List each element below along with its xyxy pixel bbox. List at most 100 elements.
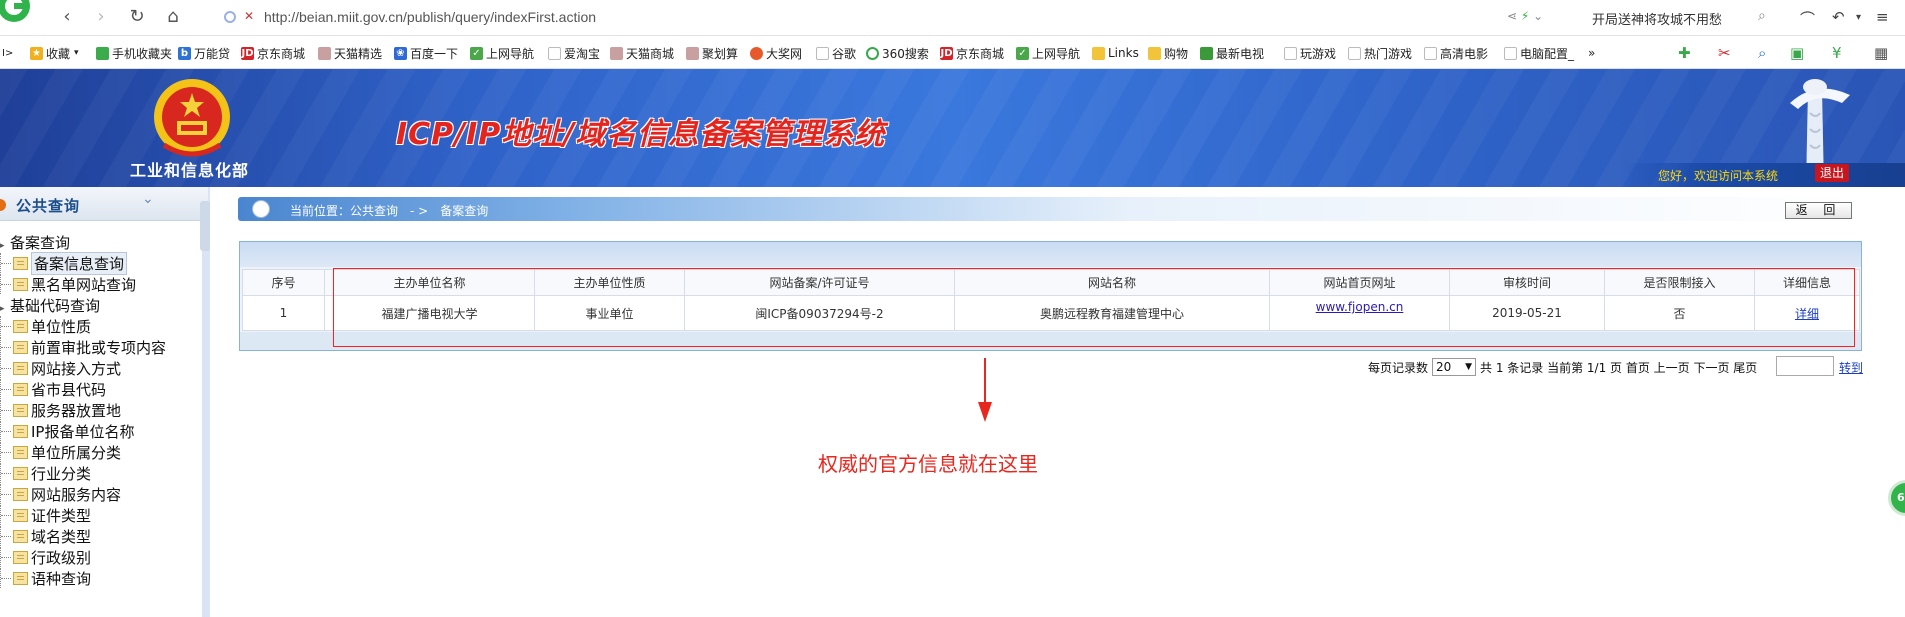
sidebar-item-ip-unit-name[interactable]: IP报备单位名称 <box>0 421 134 441</box>
back-arrow-icon[interactable]: ‹ <box>56 6 78 28</box>
expand-icon[interactable]: ▸ <box>0 241 10 251</box>
tree-group-basic-code-query[interactable]: ▸ 基础代码查询 <box>0 295 100 316</box>
reload-icon[interactable]: ↻ <box>126 6 148 28</box>
sidebar-item-label: 行业分类 <box>31 464 92 483</box>
home-icon[interactable]: ⌂ <box>162 6 184 28</box>
screenshot-icon[interactable]: ✚ <box>1678 44 1691 62</box>
tv-icon <box>1200 46 1213 60</box>
bookmark-item[interactable]: 电脑配置_ <box>1504 45 1574 61</box>
bookmark-item[interactable]: 聚划算 <box>686 45 738 61</box>
bookmark-item[interactable]: ★ 收藏 ▾ <box>30 45 79 61</box>
bookmark-item[interactable]: ✓ 上网导航 <box>470 45 534 61</box>
sidebar-item-access-method[interactable]: 网站接入方式 <box>0 358 121 378</box>
sidebar-item-blacklist-query[interactable]: 黑名单网站查询 <box>0 274 136 294</box>
sidebar-header[interactable]: 公共查询 ⌄ <box>0 187 208 221</box>
bookmark-item[interactable]: 天猫商城 <box>610 45 674 61</box>
chevron-down-icon[interactable]: ⌄ <box>1533 9 1543 23</box>
bookmark-item[interactable]: 大奖网 <box>750 45 802 61</box>
bookmark-item[interactable]: 热门游戏 <box>1348 45 1412 61</box>
grid-icon[interactable]: ▦ <box>1874 44 1888 62</box>
bookmark-label: 爱淘宝 <box>564 46 601 61</box>
bookmark-label: 上网导航 <box>1032 46 1081 61</box>
undo-icon[interactable]: ↶ <box>1832 8 1845 26</box>
bookmark-item[interactable]: 高清电影 <box>1424 45 1488 61</box>
bookmark-label: 万能贷 <box>194 46 231 61</box>
home-icon[interactable] <box>252 200 270 218</box>
logout-button[interactable]: 退出 <box>1815 164 1849 182</box>
bookmark-label: 天猫精选 <box>334 46 383 61</box>
bookmark-item[interactable]: 购物 <box>1148 45 1188 61</box>
tree-group-label: 备案查询 <box>10 234 71 252</box>
expand-icon[interactable]: ▸ <box>0 304 10 314</box>
page-jump-input[interactable] <box>1776 356 1834 376</box>
bookmark-item[interactable]: JD 京东商城 <box>241 45 305 61</box>
bookmark-label: 上网导航 <box>486 46 535 61</box>
bookmark-item[interactable]: b 万能贷 <box>178 45 230 61</box>
bookmark-item[interactable]: ✓ 上网导航 <box>1016 45 1080 61</box>
tree-connector <box>0 442 13 462</box>
url-text[interactable]: http://beian.miit.gov.cn/publish/query/i… <box>264 9 596 25</box>
bookmark-item[interactable]: 360搜索 <box>866 45 929 61</box>
bookmarks-more[interactable]: » <box>1588 45 1595 61</box>
bookmark-item[interactable]: Links <box>1092 45 1139 61</box>
sidebar-item-unit-nature[interactable]: 单位性质 <box>0 316 91 336</box>
bookmark-item[interactable]: 天猫精选 <box>318 45 382 61</box>
search-suggestion[interactable]: 开局送神将攻城不用愁 <box>1592 9 1722 28</box>
yen-icon[interactable]: ¥ <box>1832 44 1842 62</box>
sidebar-item-language[interactable]: 语种查询 <box>0 568 91 588</box>
sidebar-item-label: 行政级别 <box>31 548 92 567</box>
search-360-icon <box>866 46 879 60</box>
address-bar[interactable]: ✕ http://beian.miit.gov.cn/publish/query… <box>214 6 1479 30</box>
bookmark-label: 高清电影 <box>1440 46 1489 61</box>
bookmark-item[interactable]: 谷歌 <box>816 45 856 61</box>
scrollbar[interactable] <box>200 201 210 251</box>
insecure-icon[interactable]: ✕ <box>244 9 254 23</box>
chevron-down-icon[interactable]: ▾ <box>1856 12 1861 23</box>
document-icon <box>13 571 28 585</box>
ministry-name: 工业和信息化部 <box>130 161 250 180</box>
scissors-icon[interactable]: ✂ <box>1718 44 1731 62</box>
menu-icon[interactable]: ≡ <box>1876 8 1889 26</box>
collapse-chevron-icon[interactable]: ⌄ <box>142 191 154 207</box>
bookmark-item[interactable]: 玩游戏 <box>1284 45 1336 61</box>
sidebar-item-industry[interactable]: 行业分类 <box>0 463 91 483</box>
per-page-select[interactable]: 20 ▼ <box>1432 358 1477 376</box>
search-icon[interactable]: ⌕ <box>1758 8 1766 24</box>
back-button[interactable]: 返 回 <box>1785 202 1852 219</box>
bookmark-item[interactable]: 爱淘宝 <box>548 45 600 61</box>
sidebar-item-label: 省市县代码 <box>31 380 107 399</box>
pager-summary[interactable]: 共 1 条记录 当前第 1/1 页 首页 上一页 下一页 尾页 <box>1480 359 1757 376</box>
magnifier-icon[interactable]: ⌕ <box>1758 44 1766 62</box>
bookmark-item[interactable]: 最新电视 <box>1200 45 1264 61</box>
sidebar-toggle-icon[interactable]: I> <box>2 45 13 61</box>
gamepad-icon[interactable]: ▣ <box>1790 44 1804 62</box>
sidebar-item-service-content[interactable]: 网站服务内容 <box>0 484 121 504</box>
bookmark-item[interactable]: 手机收藏夹 <box>96 45 172 61</box>
sidebar-item-pre-approval[interactable]: 前置审批或专项内容 <box>0 337 166 357</box>
headphones-icon[interactable]: ⌒ <box>1800 8 1815 29</box>
sidebar-item-domain-type[interactable]: 域名类型 <box>0 526 91 546</box>
browser-logo-icon[interactable] <box>0 0 40 28</box>
lightning-icon[interactable]: ⚡ <box>1521 9 1529 23</box>
welcome-text: 您好，欢迎访问本系统 <box>1658 169 1779 183</box>
sidebar-item-label: 域名类型 <box>31 527 92 546</box>
sidebar-item-region-code[interactable]: 省市县代码 <box>0 379 106 399</box>
bookmark-item[interactable]: ❀ 百度一下 <box>394 45 458 61</box>
share-icon[interactable]: ⋖ <box>1507 9 1517 23</box>
system-title: ICP/IP地址/域名信息备案管理系统 <box>396 117 886 152</box>
address-actions[interactable]: ⋖ ⚡ ⌄ <box>1507 9 1573 27</box>
sidebar-item-unit-category[interactable]: 单位所属分类 <box>0 442 121 462</box>
sidebar-item-admin-level[interactable]: 行政级别 <box>0 547 91 567</box>
bookmark-label: 最新电视 <box>1216 46 1265 61</box>
bookmark-label: 京东商城 <box>257 46 306 61</box>
tree-connector <box>0 463 13 483</box>
sidebar-item-id-type[interactable]: 证件类型 <box>0 505 91 525</box>
sidebar-item-filing-info-query[interactable]: 备案信息查询 <box>0 251 128 275</box>
bookmark-item[interactable]: JD 京东商城 <box>940 45 1004 61</box>
document-icon <box>13 508 28 522</box>
floating-badge[interactable]: 61 <box>1888 480 1905 516</box>
tree-group-filing-query[interactable]: ▸ 备案查询 <box>0 232 70 253</box>
forward-arrow-icon[interactable]: › <box>90 6 112 28</box>
go-link[interactable]: 转到 <box>1839 359 1863 376</box>
sidebar-item-server-location[interactable]: 服务器放置地 <box>0 400 121 420</box>
